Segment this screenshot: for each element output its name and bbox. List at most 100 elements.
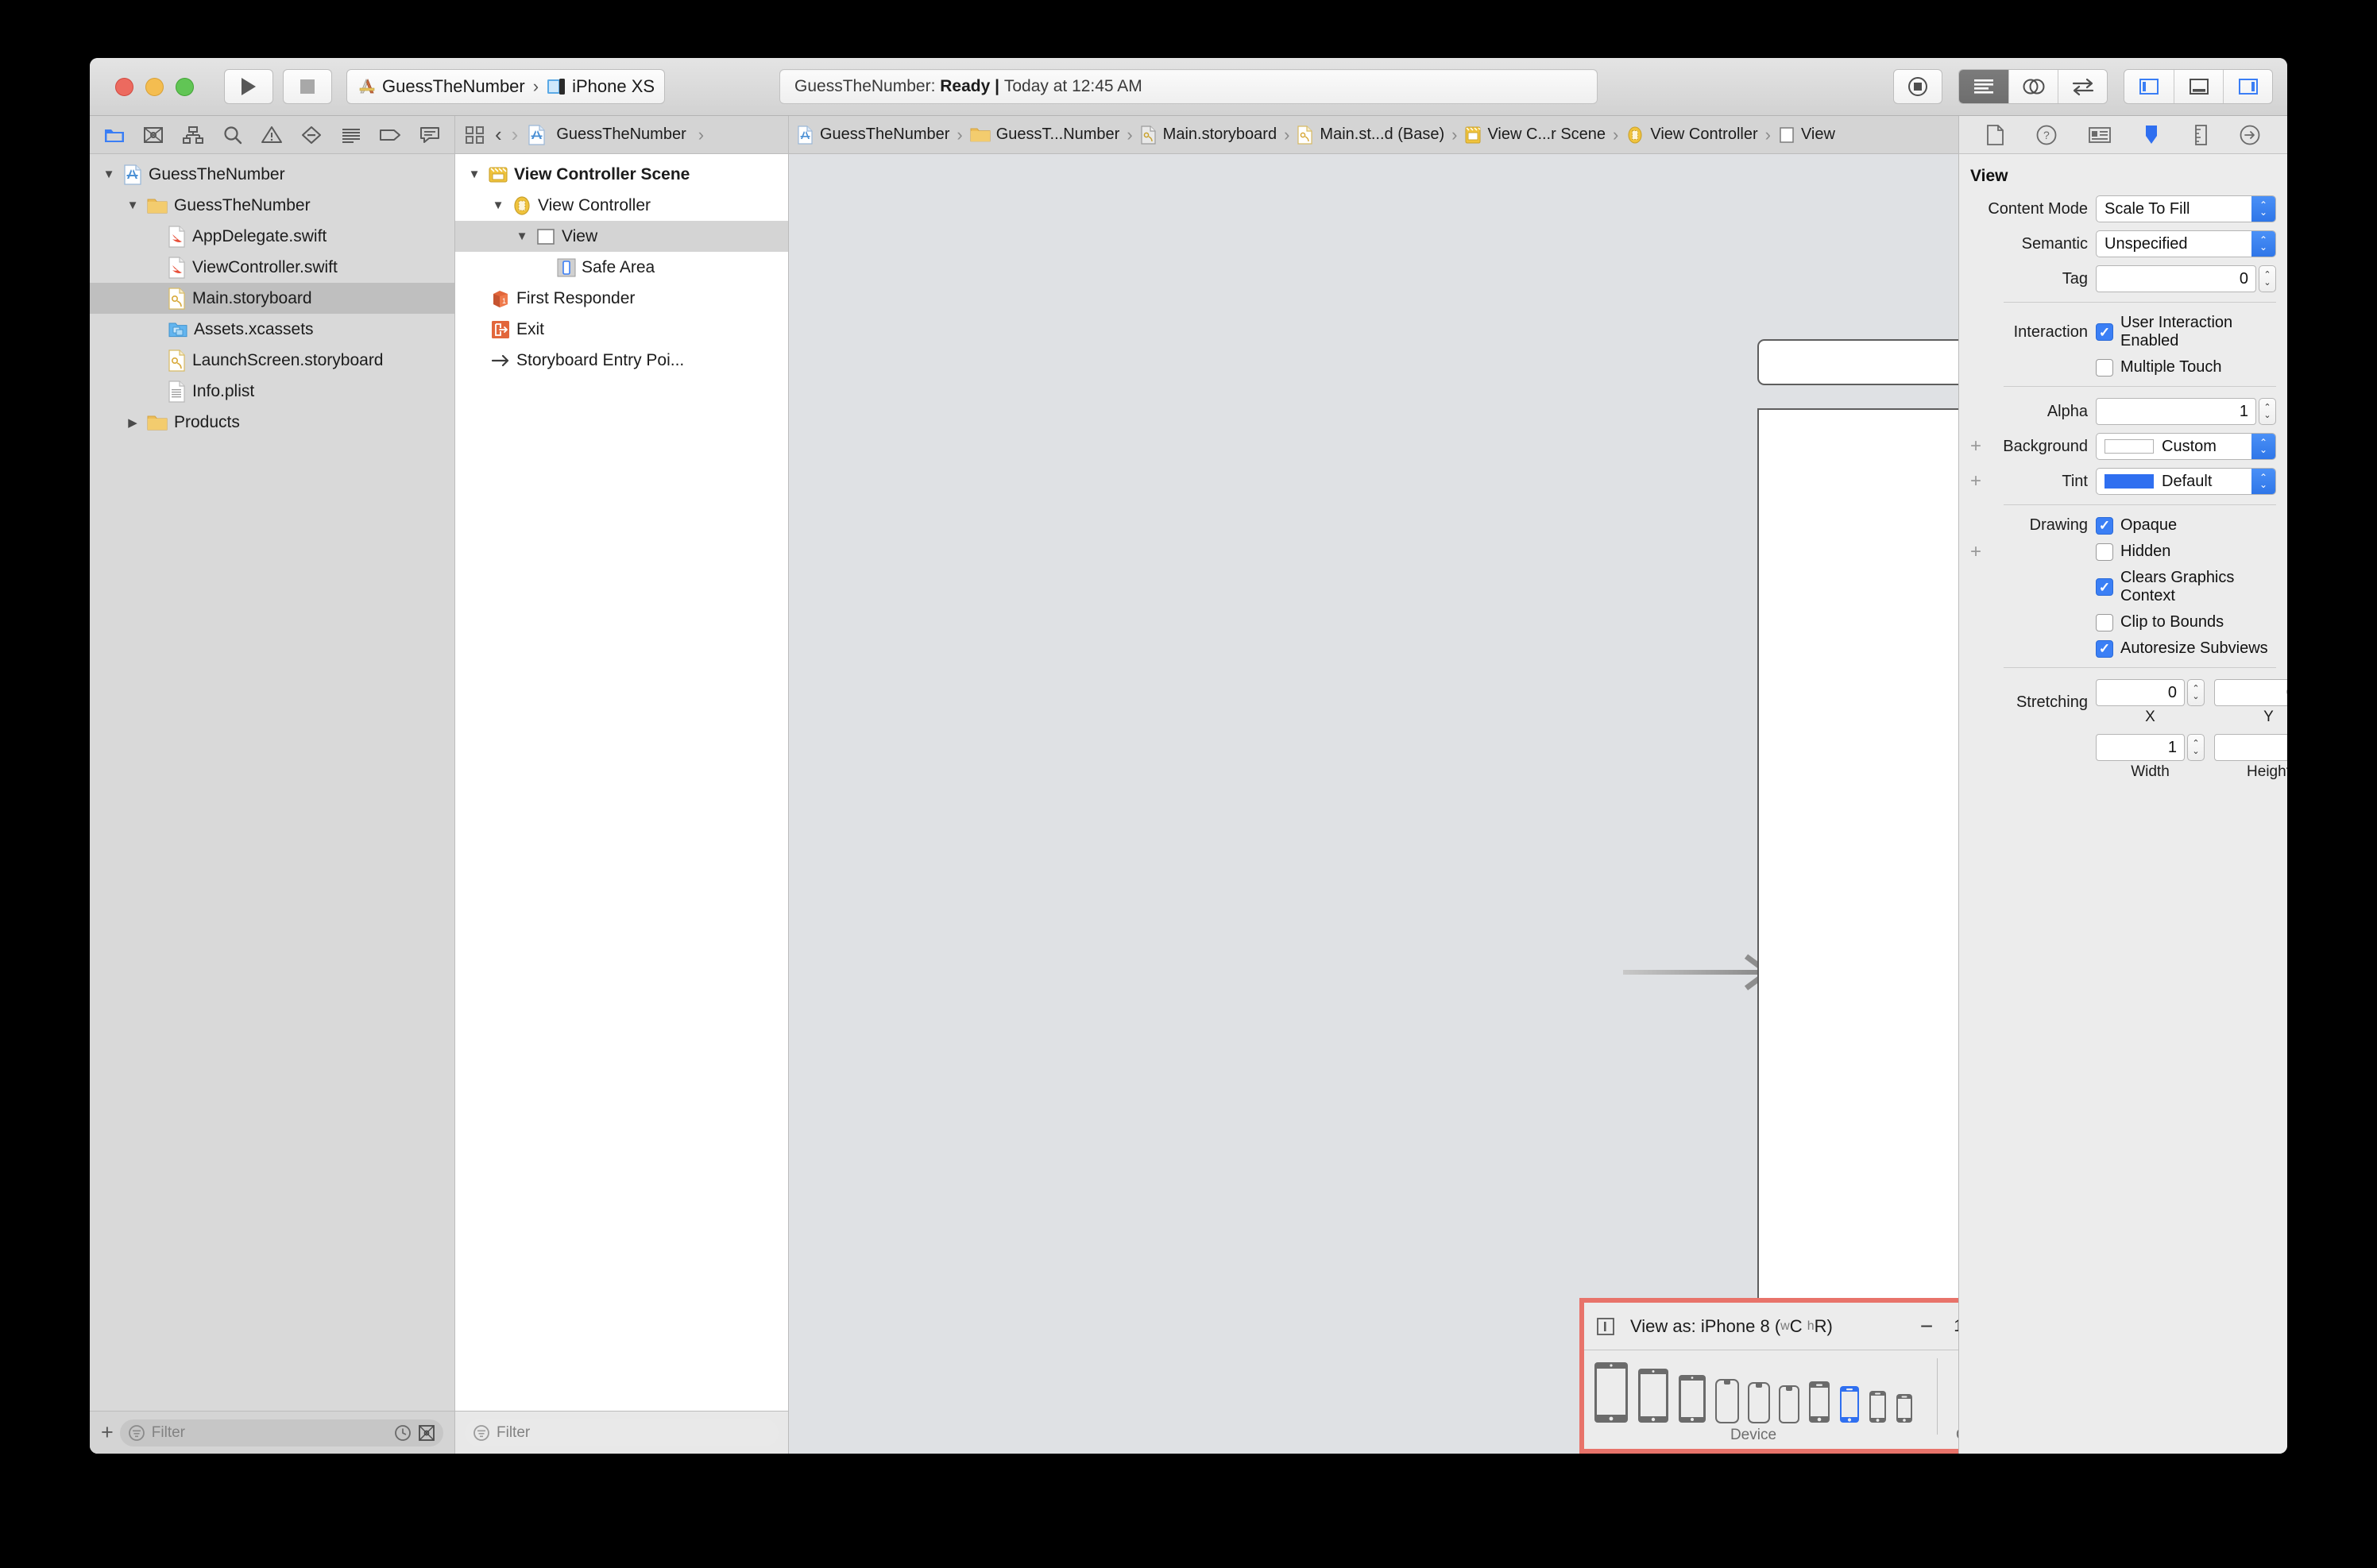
stop-button[interactable]	[283, 69, 332, 104]
tint-color-select[interactable]: Default ⌃ ⌄	[2096, 468, 2276, 495]
device-ipad-pro-129[interactable]	[1594, 1361, 1629, 1423]
report-navigator-icon[interactable]	[416, 123, 443, 147]
tree-row-file-selected[interactable]: Main.storyboard	[90, 283, 454, 314]
tree-row-products[interactable]: ▶ Products	[90, 407, 454, 438]
outline-row-first-responder[interactable]: 1 First Responder	[455, 283, 788, 314]
scheme-selector[interactable]: GuessTheNumber › iPhone XS	[346, 69, 666, 104]
disclosure-triangle-open-icon[interactable]: ▼	[466, 168, 482, 181]
find-navigator-icon[interactable]	[219, 123, 246, 147]
breakpoint-navigator-icon[interactable]	[377, 123, 404, 147]
user-interaction-enabled-checkbox[interactable]	[2096, 323, 2113, 341]
toggle-debug-area-button[interactable]	[2174, 70, 2223, 103]
tree-row-file[interactable]: LaunchScreen.storyboard	[90, 345, 454, 376]
outline-row-safe-area[interactable]: Safe Area	[455, 252, 788, 283]
toggle-navigator-button[interactable]	[2124, 70, 2174, 103]
outline-row-view-selected[interactable]: ▼ View	[455, 221, 788, 252]
identity-inspector-icon[interactable]	[2088, 125, 2112, 145]
recent-filter-icon[interactable]	[394, 1424, 412, 1442]
standard-editor-button[interactable]	[1959, 70, 2008, 103]
project-navigator-icon[interactable]	[101, 123, 128, 147]
tag-stepper[interactable]: ⌃ ⌄	[2259, 265, 2276, 292]
tree-row-file[interactable]: ViewController.swift	[90, 252, 454, 283]
device-iphone-8-plus[interactable]	[1808, 1381, 1830, 1423]
device-ipad-pro-105[interactable]	[1637, 1368, 1669, 1423]
background-color-select[interactable]: Custom ⌃ ⌄	[2096, 433, 2276, 460]
breadcrumb-item-base[interactable]: Main.st...d (Base)	[1297, 125, 1444, 145]
add-hidden-variation-button[interactable]: +	[1970, 541, 1981, 563]
zoom-out-button[interactable]: −	[1920, 1314, 1933, 1339]
stretching-height-input[interactable]: 1	[2214, 734, 2287, 761]
attributes-inspector-icon[interactable]	[2141, 124, 2162, 146]
document-outline-toggle-icon[interactable]	[465, 126, 485, 145]
debug-navigator-icon[interactable]	[338, 123, 365, 147]
stretching-y-input[interactable]: 0	[2214, 679, 2287, 706]
tag-input[interactable]: 0	[2096, 265, 2256, 292]
version-editor-button[interactable]	[2058, 70, 2107, 103]
view-as-toggle-icon[interactable]	[1595, 1316, 1616, 1337]
tree-row-file[interactable]: Info.plist	[90, 376, 454, 407]
outline-row-exit[interactable]: Exit	[455, 314, 788, 345]
disclosure-triangle-open-icon[interactable]: ▼	[490, 199, 506, 212]
breadcrumb-item-storyboard[interactable]: Main.storyboard	[1140, 125, 1277, 145]
forward-chevron-icon[interactable]: ›	[512, 122, 519, 147]
autoresize-subviews-checkbox[interactable]	[2096, 639, 2113, 658]
outline-crumb-label[interactable]: GuessTheNumber	[556, 126, 686, 144]
content-mode-select[interactable]: Scale To Fill ⌃ ⌄	[2096, 195, 2276, 222]
run-button[interactable]	[224, 69, 273, 104]
view-as-label[interactable]: View as: iPhone 8 (	[1630, 1316, 1780, 1337]
minimize-window-button[interactable]	[145, 77, 164, 96]
device-iphone-xr[interactable]	[1748, 1382, 1770, 1423]
breadcrumb-item-view-controller[interactable]: View Controller	[1625, 126, 1758, 145]
multiple-touch-checkbox[interactable]	[2096, 358, 2113, 377]
test-navigator-icon[interactable]	[298, 123, 325, 147]
size-inspector-icon[interactable]	[2192, 124, 2209, 146]
outline-row-scene[interactable]: ▼ View Controller Scene	[455, 159, 788, 190]
semantic-select[interactable]: Unspecified ⌃ ⌄	[2096, 230, 2276, 257]
zoom-window-button[interactable]	[176, 77, 194, 96]
device-iphone-xs-max[interactable]	[1715, 1379, 1739, 1423]
outline-filter-field[interactable]: Filter	[465, 1419, 779, 1446]
stretching-width-stepper[interactable]: ⌃ ⌄	[2187, 734, 2205, 761]
stretching-x-stepper[interactable]: ⌃ ⌄	[2187, 679, 2205, 706]
breadcrumb-item-scene[interactable]: View C...r Scene	[1464, 126, 1606, 145]
breadcrumb-item-view[interactable]: View	[1778, 126, 1835, 145]
source-control-filter-icon[interactable]	[418, 1424, 435, 1442]
outline-row-view-controller[interactable]: ▼ View Controller	[455, 190, 788, 221]
add-background-variation-button[interactable]: +	[1970, 435, 1981, 458]
clip-to-bounds-checkbox[interactable]	[2096, 613, 2113, 631]
disclosure-triangle-open-icon[interactable]: ▼	[101, 168, 117, 181]
hidden-checkbox[interactable]	[2096, 543, 2113, 561]
assistant-editor-button[interactable]	[2008, 70, 2058, 103]
storyboard-canvas[interactable]: 1 9:41 AM	[789, 154, 1958, 1454]
breadcrumb-item-project[interactable]: GuessTheNumber	[797, 125, 949, 145]
library-button[interactable]	[1893, 69, 1942, 104]
quick-help-inspector-icon[interactable]: ?	[2035, 124, 2058, 146]
breadcrumb-item-group[interactable]: GuessT...Number	[970, 126, 1119, 144]
connections-inspector-icon[interactable]	[2239, 124, 2261, 146]
alpha-input[interactable]: 1	[2096, 398, 2256, 425]
clears-graphics-context-checkbox[interactable]	[2096, 578, 2113, 596]
disclosure-triangle-open-icon[interactable]: ▼	[514, 230, 530, 243]
opaque-checkbox[interactable]	[2096, 516, 2113, 535]
navigator-filter-field[interactable]: Filter	[119, 1419, 443, 1446]
tree-row-project[interactable]: ▼ GuessTheNumber	[90, 159, 454, 190]
back-chevron-icon[interactable]: ‹	[495, 122, 502, 147]
symbol-navigator-icon[interactable]	[180, 123, 207, 147]
add-file-button[interactable]: +	[101, 1420, 114, 1445]
device-iphone-8[interactable]	[1839, 1385, 1860, 1423]
disclosure-triangle-open-icon[interactable]: ▼	[125, 199, 141, 212]
stretching-x-input[interactable]: 0	[2096, 679, 2185, 706]
file-inspector-icon[interactable]	[1985, 124, 2006, 146]
toggle-inspector-button[interactable]	[2223, 70, 2272, 103]
tree-row-assets[interactable]: Assets.xcassets	[90, 314, 454, 345]
tree-row-group[interactable]: ▼ GuessTheNumber	[90, 190, 454, 221]
device-iphone-4s[interactable]	[1896, 1393, 1913, 1423]
device-ipad-97[interactable]	[1678, 1374, 1706, 1423]
outline-row-entry-point[interactable]: Storyboard Entry Poi...	[455, 345, 788, 376]
stretching-width-input[interactable]: 1	[2096, 734, 2185, 761]
alpha-stepper[interactable]: ⌃ ⌄	[2259, 398, 2276, 425]
device-iphone-se[interactable]	[1869, 1390, 1887, 1423]
disclosure-triangle-closed-icon[interactable]: ▶	[125, 415, 141, 430]
issue-navigator-icon[interactable]	[258, 123, 285, 147]
tree-row-file[interactable]: AppDelegate.swift	[90, 221, 454, 252]
